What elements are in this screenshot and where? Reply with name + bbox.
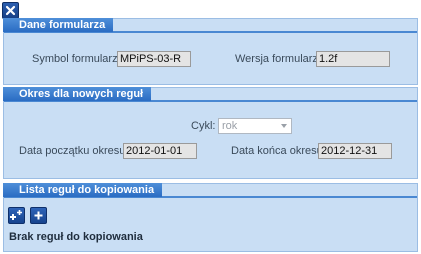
chevron-down-icon	[281, 124, 287, 128]
version-label: Wersja formularza:	[235, 53, 328, 65]
form-data-section: Dane formularza Symbol formularza: MPiPS…	[3, 18, 418, 85]
period-section: Okres dla nowych reguł Cykl: rok Data po…	[3, 87, 418, 179]
end-date-field[interactable]: 2012-12-31	[318, 143, 392, 159]
start-date-field[interactable]: 2012-01-01	[123, 143, 197, 159]
close-icon	[5, 5, 16, 16]
form-window: Dane formularza Symbol formularza: MPiPS…	[0, 0, 421, 254]
symbol-label: Symbol formularza:	[32, 53, 127, 65]
form-data-title: Dane formularza	[3, 18, 114, 32]
version-field: 1.2f	[316, 51, 390, 67]
cycle-select-value: rok	[222, 120, 238, 132]
add-button[interactable]	[30, 207, 47, 224]
close-button[interactable]	[2, 2, 19, 19]
rules-title: Lista reguł do kopiowania	[3, 183, 163, 197]
rules-section: Lista reguł do kopiowania Brak reguł do …	[3, 183, 418, 252]
symbol-field: MPiPS-03-R	[117, 51, 191, 67]
add-multiple-icon	[10, 210, 22, 220]
cycle-select[interactable]: rok	[218, 118, 292, 134]
period-title: Okres dla nowych reguł	[3, 87, 152, 101]
add-multiple-button[interactable]	[8, 207, 25, 224]
empty-rules-message: Brak reguł do kopiowania	[9, 231, 143, 243]
start-date-label: Data początku okresu:	[19, 145, 129, 157]
add-icon	[34, 211, 43, 220]
cycle-label: Cykl:	[191, 120, 216, 132]
end-date-label: Data końca okresu:	[231, 145, 326, 157]
